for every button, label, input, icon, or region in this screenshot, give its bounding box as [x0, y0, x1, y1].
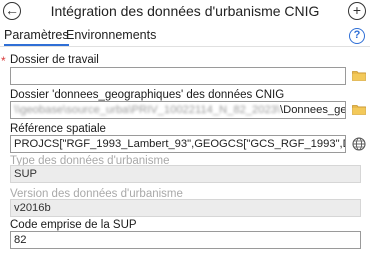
add-icon[interactable]: +: [348, 2, 366, 20]
geodata-folder-input[interactable]: \\geobase\source_urba\PRIV_10022114_N_82…: [10, 101, 346, 119]
work-folder-label: Dossier de travail: [10, 54, 99, 66]
help-icon[interactable]: ?: [349, 28, 365, 44]
work-folder-input[interactable]: [10, 67, 346, 85]
spatial-reference-input[interactable]: PROJCS["RGF_1993_Lambert_93",GEOGCS["GCS…: [10, 135, 346, 153]
spatial-reference-label: Référence spatiale: [10, 123, 106, 135]
required-marker: *: [1, 54, 6, 68]
globe-icon[interactable]: [352, 137, 366, 151]
geodata-folder-label: Dossier 'donnees_geographiques' des donn…: [10, 89, 285, 101]
geodata-folder-visible-path: \Donnees_geographi: [280, 104, 346, 116]
tab-parameters[interactable]: Paramètres: [4, 26, 69, 46]
tab-environments[interactable]: Environnements: [66, 26, 156, 44]
page-title: Intégration des données d'urbanisme CNIG: [50, 3, 320, 19]
data-version-field: v2016b: [10, 199, 361, 217]
geodata-folder-hidden-path: \\geobase\source_urba\PRIV_10022114_N_82…: [14, 104, 281, 116]
data-type-field: SUP: [10, 165, 361, 183]
footprint-code-label: Code emprise de la SUP: [10, 219, 137, 231]
tab-bar: Paramètres Environnements: [0, 26, 370, 46]
footprint-code-input[interactable]: 82: [10, 231, 361, 249]
folder-icon[interactable]: [352, 104, 366, 115]
tab-divider: [0, 46, 370, 47]
folder-icon[interactable]: [352, 70, 366, 81]
